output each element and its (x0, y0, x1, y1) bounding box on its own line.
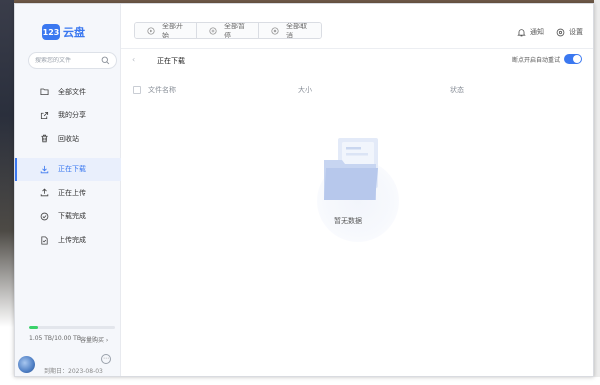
check-circle-icon (40, 212, 49, 221)
cancel-circle-icon (271, 26, 279, 35)
more-options-button[interactable]: ⋯ (101, 354, 111, 364)
search-input[interactable] (35, 57, 105, 64)
empty-state-illustration (309, 126, 419, 242)
download-icon (40, 165, 49, 174)
desktop-background-bottom (0, 377, 600, 385)
sidebar-item-upload-complete[interactable]: 上传完成 (15, 229, 121, 252)
storage-usage-text: 1.05 TB/10.00 TB (29, 335, 81, 342)
gear-icon (556, 28, 565, 37)
sidebar-item-label: 下载完成 (58, 212, 86, 221)
start-all-label: 全部开始 (162, 22, 183, 39)
cancel-all-label: 全部取消 (286, 22, 307, 39)
header-actions: 通知 设置 (517, 27, 583, 37)
settings-label: 设置 (569, 28, 583, 36)
sidebar-item-all-files[interactable]: 全部文件 (15, 80, 121, 103)
sidebar-item-label: 上传完成 (58, 236, 86, 245)
header-divider (121, 48, 593, 49)
sidebar-item-label: 全部文件 (58, 87, 86, 96)
auto-retry-label: 断点开启自动重试 (511, 56, 560, 64)
column-header-name[interactable]: 文件名称 (148, 85, 298, 95)
sidebar-item-label: 正在上传 (58, 188, 86, 197)
file-check-icon (40, 236, 49, 245)
expire-date-text: 到期日：2023-08-03 (44, 368, 103, 375)
page-title: 正在下载 (157, 57, 185, 65)
start-all-button[interactable]: 全部开始 (135, 23, 197, 38)
sidebar-item-downloading[interactable]: 正在下载 (15, 157, 121, 181)
logo-badge: 123 (42, 24, 60, 40)
auto-retry-toggle[interactable] (564, 54, 582, 64)
sidebar-item-label: 回收站 (58, 134, 79, 143)
nav-separator (15, 151, 121, 158)
sidebar-item-uploading[interactable]: 正在上传 (15, 181, 121, 204)
settings-button[interactable]: 设置 (556, 27, 583, 37)
bell-icon (517, 28, 526, 37)
back-button[interactable]: ‹ (132, 55, 140, 65)
sidebar-item-label: 正在下载 (58, 165, 86, 174)
table-header: 文件名称 大小 状态 (133, 84, 588, 96)
logo-text: 云盘 (63, 26, 85, 39)
buy-capacity-link[interactable]: 容量购买 › (80, 335, 108, 344)
desktop-background-left (0, 0, 14, 385)
upload-icon (40, 188, 49, 197)
search-icon[interactable] (101, 56, 110, 65)
sidebar-item-download-complete[interactable]: 下载完成 (15, 205, 121, 228)
empty-folder-icon (324, 138, 378, 200)
empty-state-text: 暂无数据 (334, 217, 362, 225)
notify-label: 通知 (530, 28, 544, 36)
search-box[interactable] (28, 52, 117, 69)
download-toolbar: 全部开始 全部暂停 全部取消 (134, 22, 322, 39)
pause-all-button[interactable]: 全部暂停 (197, 23, 259, 38)
column-header-status[interactable]: 状态 (450, 85, 464, 95)
sidebar: 123 云盘 全部文件 我的分享 (15, 4, 121, 376)
sidebar-nav: 全部文件 我的分享 回收站 正在下载 正在上传 下载完成 上传完成 (15, 80, 121, 252)
avatar[interactable] (18, 356, 35, 373)
main-panel: 全部开始 全部暂停 全部取消 通知 设置 ‹ 正在下载 断点开启自动重试 文件名… (121, 4, 593, 376)
sidebar-item-label: 我的分享 (58, 111, 86, 120)
sidebar-item-recycle-bin[interactable]: 回收站 (15, 127, 121, 150)
notify-button[interactable]: 通知 (517, 27, 544, 37)
storage-progress-fill (29, 326, 39, 329)
storage-progress-bar (29, 326, 115, 329)
app-logo: 123 云盘 (42, 24, 85, 40)
auto-retry-setting: 断点开启自动重试 (512, 54, 582, 64)
trash-icon (40, 134, 49, 143)
play-circle-icon (147, 26, 155, 35)
cancel-all-button[interactable]: 全部取消 (259, 23, 321, 38)
app-window: 123 云盘 全部文件 我的分享 (14, 3, 594, 377)
pause-circle-icon (209, 26, 217, 35)
share-icon (40, 111, 49, 120)
column-header-size[interactable]: 大小 (298, 85, 450, 95)
desktop-background-right (594, 0, 600, 385)
select-all-checkbox[interactable] (133, 86, 141, 94)
sidebar-item-my-shares[interactable]: 我的分享 (15, 104, 121, 127)
folder-icon (40, 87, 49, 96)
pause-all-label: 全部暂停 (224, 22, 245, 39)
